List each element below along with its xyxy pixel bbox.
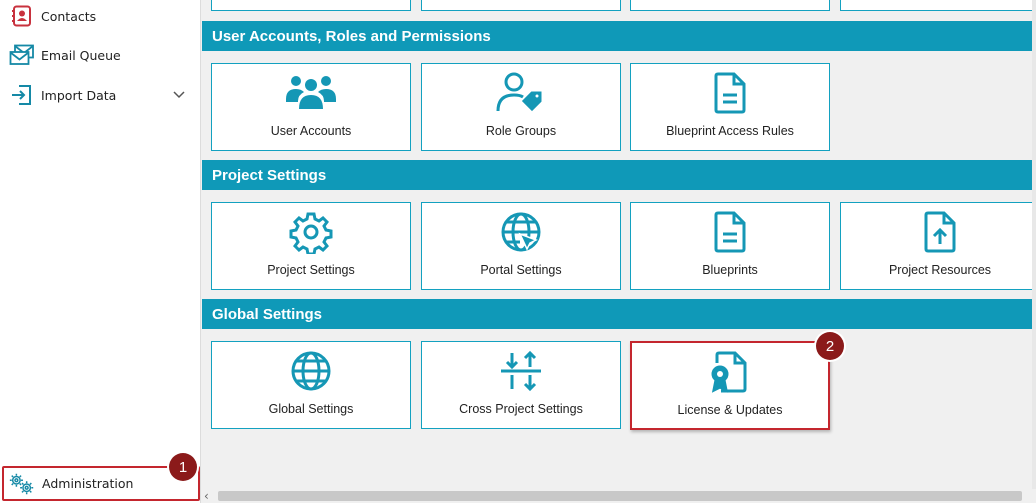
sidebar-item-label: Import Data (41, 87, 117, 103)
tile-license-updates[interactable]: License & Updates (630, 341, 830, 430)
document-icon (700, 209, 760, 255)
globe-icon (281, 348, 341, 394)
sidebar-item-label: Email Queue (41, 47, 121, 63)
tile-label: User Accounts (270, 124, 352, 138)
document-icon (700, 70, 760, 116)
sidebar-item-label: Contacts (41, 8, 97, 24)
tile-role-groups[interactable]: Role Groups (421, 63, 621, 151)
file-upload-icon (910, 209, 970, 255)
tile-blueprint-access-rules[interactable]: Blueprint Access Rules (630, 63, 830, 151)
tile-label: Project Resources (888, 263, 992, 277)
tile-user-accounts[interactable]: User Accounts (211, 63, 411, 151)
tile-label: Cross Project Settings (459, 402, 583, 416)
email-queue-icon (9, 42, 35, 68)
tile-partial[interactable] (630, 0, 830, 11)
sidebar-item-email-queue[interactable]: Email Queue (0, 35, 200, 75)
contacts-icon (9, 3, 35, 29)
section-header-global-settings: Global Settings (202, 299, 1032, 329)
arrows-up-down-icon (491, 348, 551, 394)
tile-cross-project-settings[interactable]: Cross Project Settings (421, 341, 621, 429)
gear-icon (281, 209, 341, 255)
step-badge-2: 2 (816, 332, 844, 360)
tile-portal-settings[interactable]: Portal Settings (421, 202, 621, 290)
users-icon (281, 70, 341, 116)
tile-project-settings[interactable]: Project Settings (211, 202, 411, 290)
sidebar-item-contacts[interactable]: Contacts (0, 0, 200, 36)
sidebar-item-label: Administration (42, 476, 134, 491)
main-panel: User Accounts, Roles and Permissions Use… (202, 0, 1036, 489)
tile-label: Role Groups (485, 124, 557, 138)
tile-label: License & Updates (677, 403, 783, 417)
tile-label: Blueprint Access Rules (666, 124, 794, 138)
scrollbar-thumb[interactable] (218, 491, 1022, 501)
tile-partial[interactable] (211, 0, 411, 11)
chevron-down-icon[interactable] (172, 87, 186, 101)
sidebar: Contacts Email Queue Import Data Adminis… (0, 0, 201, 503)
gears-icon (8, 470, 36, 498)
step-badge-1: 1 (169, 453, 197, 481)
section-header-project-settings: Project Settings (202, 160, 1032, 190)
section-header-user-accounts: User Accounts, Roles and Permissions (202, 21, 1032, 51)
vertical-scrollbar[interactable] (1032, 0, 1036, 489)
tile-label: Project Settings (267, 263, 355, 277)
tile-label: Blueprints (702, 263, 758, 277)
tile-partial[interactable] (840, 0, 1036, 11)
tile-blueprints[interactable]: Blueprints (630, 202, 830, 290)
scroll-left-icon[interactable]: ‹ (204, 490, 214, 502)
certificate-icon (700, 349, 760, 395)
horizontal-scrollbar[interactable]: ‹ (202, 489, 1036, 503)
tile-label: Global Settings (268, 402, 354, 416)
sidebar-item-import-data[interactable]: Import Data (0, 75, 200, 115)
user-tag-icon (491, 70, 551, 116)
globe-pointer-icon (491, 209, 551, 255)
tile-global-settings[interactable]: Global Settings (211, 341, 411, 429)
import-icon (9, 82, 35, 108)
tile-partial[interactable] (421, 0, 621, 11)
tile-label: Portal Settings (480, 263, 562, 277)
tile-project-resources[interactable]: Project Resources (840, 202, 1036, 290)
